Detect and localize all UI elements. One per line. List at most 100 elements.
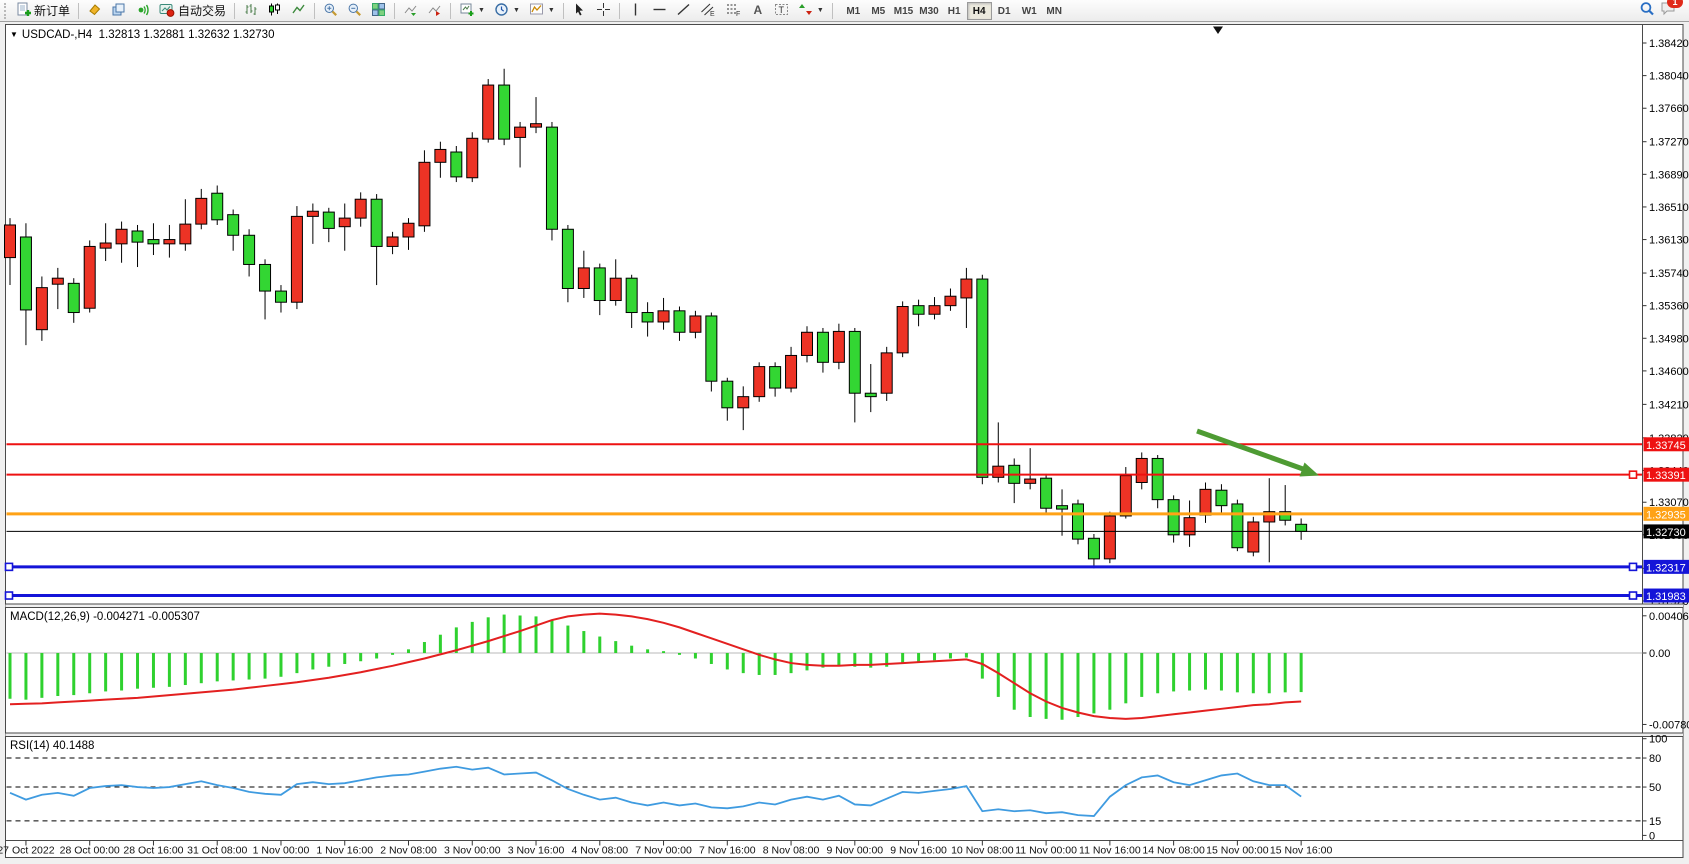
svg-text:7 Nov 00:00: 7 Nov 00:00 <box>635 845 692 857</box>
autotrading-label: 自动交易 <box>178 2 226 19</box>
arrows-shapes-icon <box>798 2 813 20</box>
mt4-application-window: 新订单 自动交易 ▼ ▼ ▼ E F <box>0 0 1689 864</box>
rsi-indicator-label: RSI(14) 40.1488 <box>10 740 94 752</box>
pane-splitter <box>6 733 1684 737</box>
vertical-line-tool-button[interactable] <box>624 1 647 20</box>
text-label-tool-button[interactable]: T <box>770 1 793 20</box>
timeframe-button-h1[interactable]: H1 <box>942 2 967 20</box>
chart-title: ▼USDCAD-,H4 1.32813 1.32881 1.32632 1.32… <box>10 29 274 41</box>
svg-text:1 Nov 16:00: 1 Nov 16:00 <box>316 845 373 857</box>
fibonacci-icon: F <box>725 2 741 20</box>
timeframe-button-m1[interactable]: M1 <box>841 2 866 20</box>
timeframe-button-w1[interactable]: W1 <box>1017 2 1042 20</box>
chart-shift-icon <box>427 2 442 20</box>
candlestick-chart-button[interactable] <box>263 1 286 20</box>
zoom-in-button[interactable] <box>319 1 342 20</box>
svg-text:1.34600: 1.34600 <box>1649 366 1689 378</box>
autotrading-button[interactable]: 自动交易 <box>155 1 230 20</box>
bar-chart-button[interactable] <box>239 1 262 20</box>
toolbar-separator <box>563 3 564 19</box>
chart-canvas[interactable]: 1.384201.380401.376601.372701.368901.365… <box>0 22 1689 864</box>
toolbar-separator <box>619 3 620 19</box>
svg-text:15: 15 <box>1649 816 1661 828</box>
timeframe-button-m15[interactable]: M15 <box>891 2 916 20</box>
macd-main-value: -0.004271 <box>93 611 145 623</box>
timeframe-button-h4[interactable]: H4 <box>967 2 992 20</box>
svg-text:1.36130: 1.36130 <box>1649 235 1689 247</box>
cursor-tool-button[interactable] <box>568 1 591 20</box>
toolbar-separator <box>234 3 235 19</box>
chat-button[interactable]: 1 <box>1660 0 1677 21</box>
svg-text:1.35740: 1.35740 <box>1649 268 1689 280</box>
svg-text:27 Oct 2022: 27 Oct 2022 <box>0 845 55 857</box>
search-button[interactable] <box>1635 1 1659 20</box>
auto-scroll-icon <box>403 2 418 20</box>
svg-text:2 Nov 08:00: 2 Nov 08:00 <box>380 845 437 857</box>
toolbar-separator <box>394 3 395 19</box>
new-order-button[interactable]: 新订单 <box>12 1 74 20</box>
text-tool-button[interactable]: A <box>746 1 769 20</box>
vertical-line-icon <box>628 2 643 20</box>
arrows-tool-button[interactable]: ▼ <box>794 1 828 20</box>
new-chart-icon <box>459 2 474 20</box>
ohlc-readout: 1.32813 1.32881 1.32632 1.32730 <box>99 29 275 41</box>
svg-text:15 Nov 00:00: 15 Nov 00:00 <box>1206 845 1269 857</box>
bar-chart-icon <box>243 2 258 20</box>
profiles-button[interactable] <box>83 1 106 20</box>
svg-text:31 Oct 08:00: 31 Oct 08:00 <box>187 845 247 857</box>
dropdown-caret-icon: ▼ <box>478 7 485 14</box>
svg-text:A: A <box>753 3 762 17</box>
svg-text:14 Nov 08:00: 14 Nov 08:00 <box>1142 845 1205 857</box>
svg-text:28 Oct 00:00: 28 Oct 00:00 <box>60 845 120 857</box>
svg-text:1.31983: 1.31983 <box>1646 591 1686 603</box>
svg-text:1.35360: 1.35360 <box>1649 301 1689 313</box>
auto-scroll-button[interactable] <box>399 1 422 20</box>
zoom-in-icon <box>323 2 338 20</box>
macd-signal-value: -0.005307 <box>148 611 200 623</box>
timeframe-button-mn[interactable]: MN <box>1042 2 1067 20</box>
timeframe-button-m5[interactable]: M5 <box>866 2 891 20</box>
svg-text:3 Nov 00:00: 3 Nov 00:00 <box>444 845 501 857</box>
svg-text:F: F <box>736 11 740 17</box>
line-chart-button[interactable] <box>287 1 310 20</box>
symbol-dropdown-icon[interactable]: ▼ <box>10 30 18 39</box>
layers-icon <box>111 2 126 20</box>
channel-tool-button[interactable]: E <box>696 1 720 20</box>
text-icon: A <box>750 2 765 20</box>
svg-text:80: 80 <box>1649 753 1661 765</box>
svg-text:1 Nov 00:00: 1 Nov 00:00 <box>253 845 310 857</box>
indicators-button[interactable]: ▼ <box>525 1 559 20</box>
svg-text:11 Nov 16:00: 11 Nov 16:00 <box>1079 845 1141 857</box>
crosshair-tool-button[interactable] <box>592 1 615 20</box>
horizontal-line-tool-button[interactable] <box>648 1 671 20</box>
line-handle <box>1630 592 1637 599</box>
svg-text:9 Nov 16:00: 9 Nov 16:00 <box>890 845 947 857</box>
new-order-icon <box>16 2 31 20</box>
tile-windows-button[interactable] <box>367 1 390 20</box>
main-toolbar: 新订单 自动交易 ▼ ▼ ▼ E F <box>0 0 1689 22</box>
macd-name: MACD(12,26,9) <box>10 611 90 623</box>
signals-button[interactable] <box>131 1 154 20</box>
svg-text:1.38420: 1.38420 <box>1649 38 1689 50</box>
zoom-out-button[interactable] <box>343 1 366 20</box>
new-chart-button[interactable]: ▼ <box>455 1 489 20</box>
timeframe-button-m30[interactable]: M30 <box>916 2 941 20</box>
equidistant-channel-icon: E <box>700 2 716 20</box>
svg-text:50: 50 <box>1649 782 1661 794</box>
dropdown-caret-icon: ▼ <box>513 7 520 14</box>
svg-text:T: T <box>778 5 784 15</box>
svg-text:9 Nov 00:00: 9 Nov 00:00 <box>827 845 884 857</box>
search-icon <box>1639 1 1655 20</box>
svg-text:7 Nov 16:00: 7 Nov 16:00 <box>699 845 756 857</box>
window-layout-button[interactable] <box>107 1 130 20</box>
svg-text:E: E <box>710 11 715 17</box>
timeframe-toolbar: M1M5M15M30H1H4D1W1MN <box>841 1 1067 21</box>
timeframe-button-d1[interactable]: D1 <box>992 2 1017 20</box>
chart-shift-button[interactable] <box>423 1 446 20</box>
fibonacci-tool-button[interactable]: F <box>721 1 745 20</box>
chart-profiles-button[interactable]: ▼ <box>490 1 524 20</box>
gold-diamond-icon <box>87 2 102 20</box>
svg-text:1.34980: 1.34980 <box>1649 333 1689 345</box>
rsi-name: RSI(14) <box>10 740 50 752</box>
trendline-tool-button[interactable] <box>672 1 695 20</box>
